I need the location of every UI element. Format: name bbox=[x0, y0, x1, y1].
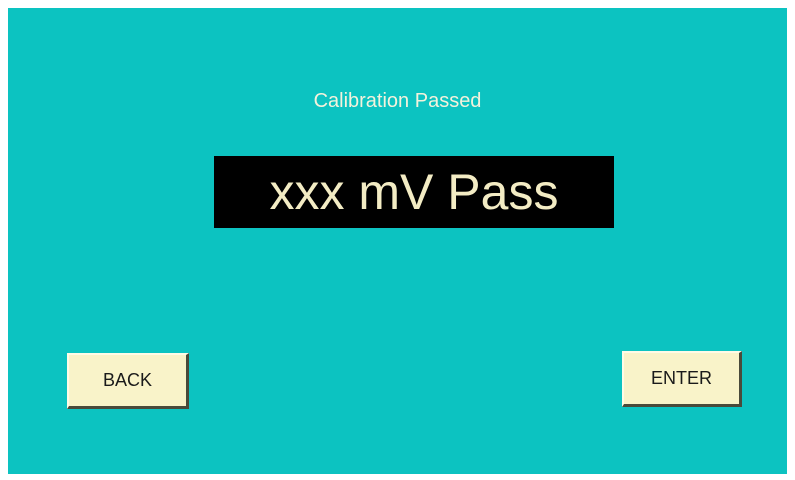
calibration-screen: Calibration Passed xxx mV Pass BACK ENTE… bbox=[8, 8, 787, 474]
calibration-readout: xxx mV Pass bbox=[214, 156, 614, 228]
enter-button[interactable]: ENTER bbox=[622, 351, 742, 407]
back-button[interactable]: BACK bbox=[67, 353, 189, 409]
screen-title: Calibration Passed bbox=[313, 90, 482, 112]
